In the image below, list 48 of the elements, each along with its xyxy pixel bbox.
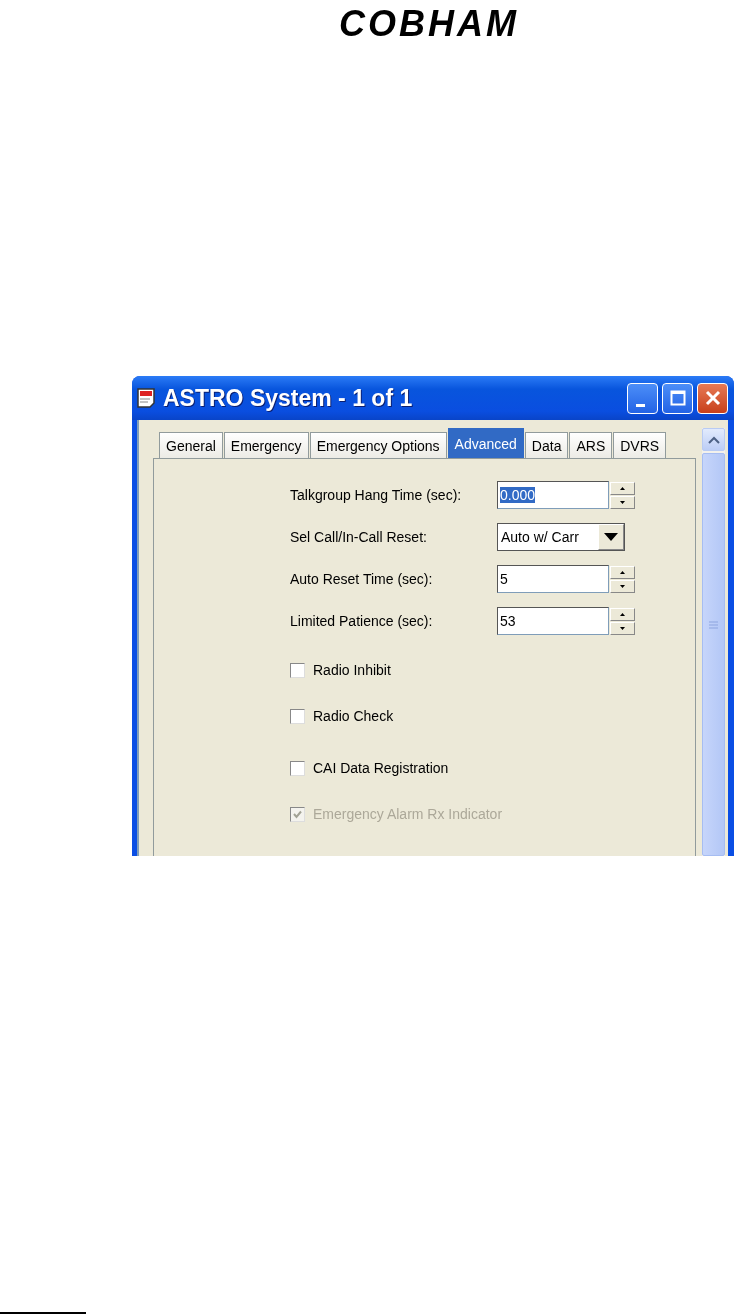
document-icon — [136, 387, 158, 409]
up-chevron-icon — [707, 435, 720, 444]
spin-down-button[interactable] — [610, 621, 635, 635]
spin-down-button[interactable] — [610, 495, 635, 509]
grip-icon — [709, 620, 718, 629]
tab[interactable]: Emergency Options — [309, 432, 447, 458]
checkmark-icon — [293, 809, 302, 819]
checkbox[interactable] — [290, 662, 305, 678]
close-icon — [704, 390, 721, 406]
window-title: ASTRO System - 1 of 1 — [163, 384, 413, 412]
down-triangle-icon — [620, 626, 625, 630]
spin-up-button[interactable] — [610, 607, 635, 621]
number-field[interactable]: 53 — [497, 607, 609, 635]
dropdown[interactable]: Auto w/ Carr — [497, 523, 625, 551]
field-label: Talkgroup Hang Time (sec): — [290, 487, 463, 503]
checkbox-label: CAI Data Registration — [313, 760, 449, 776]
tab[interactable]: ARS — [569, 432, 613, 458]
up-triangle-icon — [620, 570, 625, 574]
checkbox[interactable] — [290, 760, 305, 776]
dropdown-arrow-icon — [604, 533, 618, 541]
minimize-button[interactable] — [627, 382, 658, 414]
up-triangle-icon — [620, 612, 625, 616]
up-triangle-icon — [620, 486, 625, 490]
number-field[interactable]: 5 — [497, 565, 609, 593]
tab[interactable]: General — [159, 432, 223, 458]
spin-up-button[interactable] — [610, 565, 635, 579]
checkbox-label: Radio Inhibit — [313, 662, 391, 678]
field-label: Limited Patience (sec): — [290, 613, 434, 629]
spin-down-button[interactable] — [610, 579, 635, 593]
tab[interactable]: Data — [524, 432, 569, 458]
down-triangle-icon — [620, 584, 625, 588]
number-field[interactable]: 0.000 — [497, 481, 609, 509]
tab[interactable]: Emergency — [223, 432, 309, 458]
tab[interactable]: Advanced — [447, 428, 524, 458]
maximize-icon — [669, 390, 686, 406]
checkbox-label: Emergency Alarm Rx Indicator — [313, 806, 503, 822]
field-label: Auto Reset Time (sec): — [290, 571, 434, 587]
tab[interactable]: DVRS — [613, 432, 667, 458]
minimize-icon — [636, 403, 645, 407]
checkbox-label: Radio Check — [313, 708, 394, 724]
checkbox[interactable] — [290, 708, 305, 724]
maximize-button[interactable] — [662, 382, 693, 414]
field-label: Sel Call/In-Call Reset: — [290, 529, 428, 545]
scroll-up-button[interactable] — [702, 428, 725, 451]
company-logo: COBHAM — [339, 4, 519, 44]
close-button[interactable] — [697, 382, 728, 414]
spin-up-button[interactable] — [610, 481, 635, 495]
down-triangle-icon — [620, 500, 625, 504]
